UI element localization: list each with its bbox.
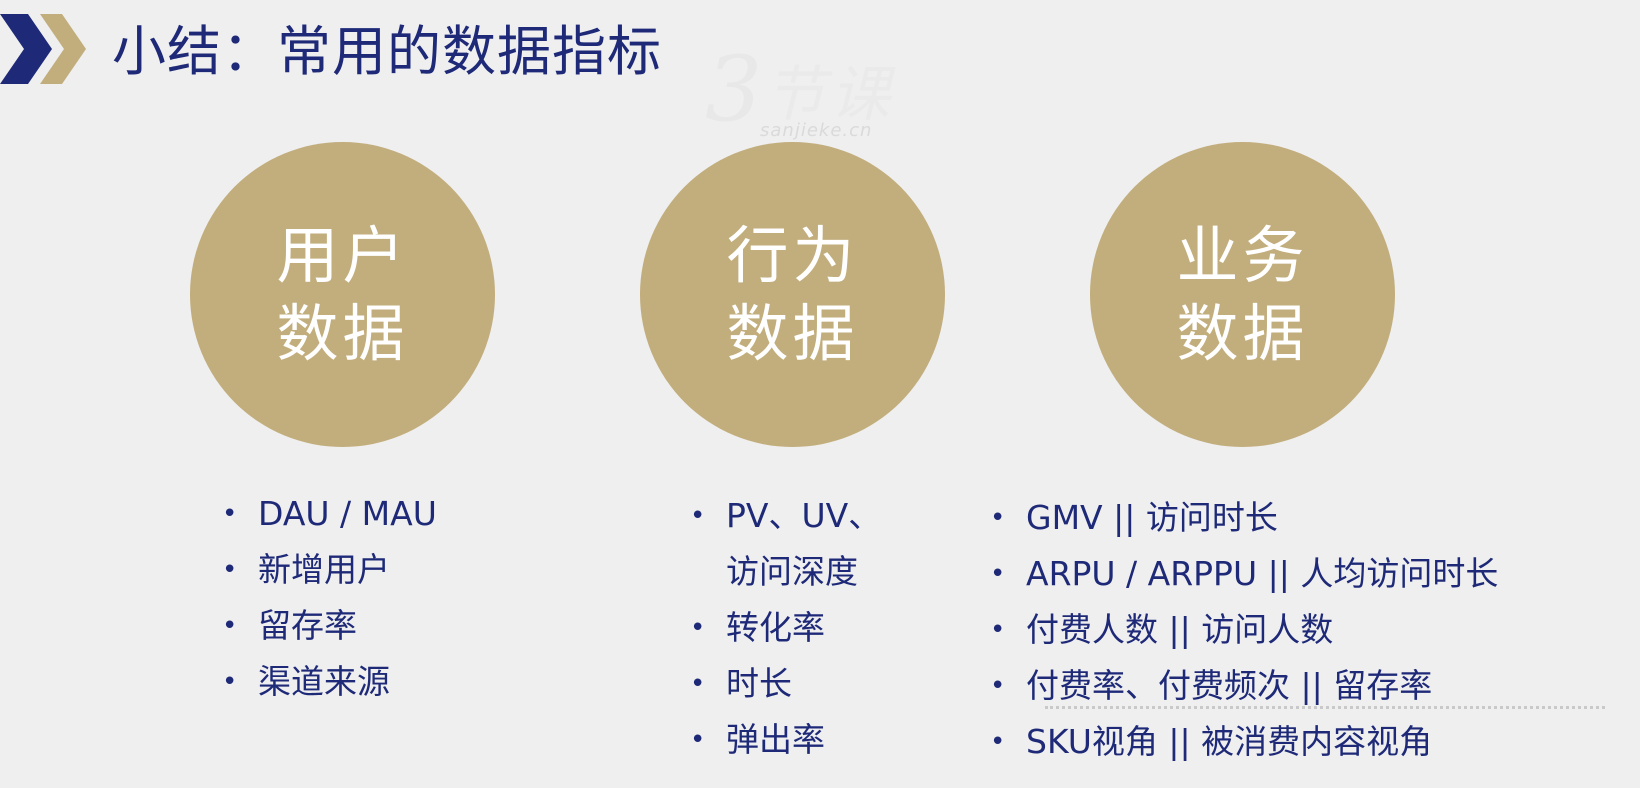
dotted-divider <box>1045 706 1605 709</box>
list-item: 付费人数 || 访问人数 <box>990 602 1498 658</box>
list-item-continuation: 访问深度 <box>690 544 881 600</box>
list-item: 留存率 <box>222 598 437 654</box>
circle-label-line2: 数据 <box>1176 296 1309 370</box>
watermark-text: sanjieke.cn <box>760 120 873 141</box>
header-chevron-icon <box>0 14 86 84</box>
circle-label-line2: 数据 <box>726 296 859 370</box>
list-item: 转化率 <box>690 600 881 656</box>
behavior-data-circle: 行为 数据 <box>640 142 945 447</box>
list-item: 弹出率 <box>690 712 881 768</box>
list-item: ARPU / ARPPU || 人均访问时长 <box>990 546 1498 602</box>
business-data-circle: 业务 数据 <box>1090 142 1395 447</box>
list-item: 渠道来源 <box>222 654 437 710</box>
list-item: PV、UV、 <box>690 488 881 544</box>
circle-label-line1: 行为 <box>726 218 859 292</box>
behavior-data-list: PV、UV、 访问深度 转化率 时长 弹出率 <box>690 488 881 768</box>
list-item-continuation-text: 访问深度 <box>726 552 858 591</box>
user-data-list: DAU / MAU 新增用户 留存率 渠道来源 <box>222 486 437 710</box>
page-title: 小结：常用的数据指标 <box>112 20 662 83</box>
circle-label-line2: 数据 <box>276 296 409 370</box>
business-data-list: GMV || 访问时长 ARPU / ARPPU || 人均访问时长 付费人数 … <box>990 490 1498 770</box>
circle-label-line1: 用户 <box>276 218 409 292</box>
svg-text:3: 3 <box>705 40 762 142</box>
list-item: SKU视角 || 被消费内容视角 <box>990 714 1498 770</box>
circle-label-line1: 业务 <box>1176 218 1309 292</box>
list-item: DAU / MAU <box>222 486 437 542</box>
user-data-circle: 用户 数据 <box>190 142 495 447</box>
list-item: GMV || 访问时长 <box>990 490 1498 546</box>
list-item: 时长 <box>690 656 881 712</box>
list-item: 新增用户 <box>222 542 437 598</box>
